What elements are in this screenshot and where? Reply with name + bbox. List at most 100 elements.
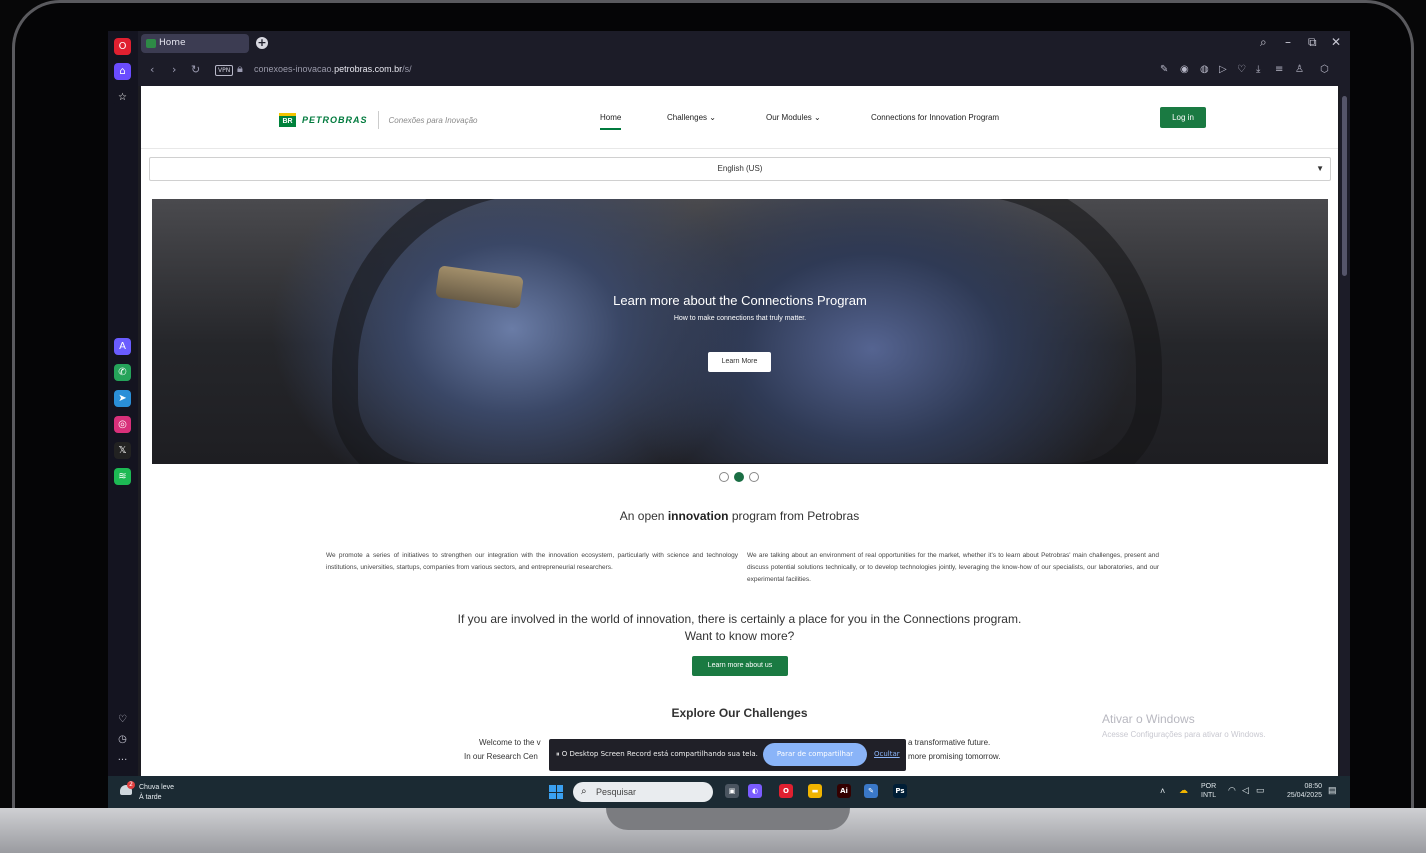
carousel-dot[interactable] <box>749 472 759 482</box>
login-button[interactable]: Log in <box>1160 107 1206 128</box>
language-value: English (US) <box>717 164 763 173</box>
laptop-notch <box>606 808 850 830</box>
minimize-button[interactable]: – <box>1285 35 1291 49</box>
close-window-button[interactable]: ✕ <box>1331 35 1341 49</box>
url-path: /s/ <box>402 64 412 74</box>
start-button[interactable] <box>549 785 563 799</box>
page-scrollbar[interactable] <box>1340 86 1350 776</box>
profile-icon[interactable]: ♙ <box>1295 64 1304 75</box>
copilot-icon[interactable]: ◐ <box>748 784 762 798</box>
learn-more-about-us-button[interactable]: Learn more about us <box>692 656 788 676</box>
carousel-dot[interactable] <box>734 472 744 482</box>
home-icon[interactable]: ⌂ <box>114 63 131 80</box>
photoshop-icon[interactable]: Ps <box>893 784 907 798</box>
lang-top: POR <box>1201 783 1217 790</box>
illustrator-icon[interactable]: Ai <box>837 784 851 798</box>
url-field[interactable]: conexoes-inovacao.petrobras.com.br/s/ <box>254 64 412 74</box>
hide-link[interactable]: Ocultar <box>874 750 900 758</box>
hero-learn-more-button[interactable]: Learn More <box>708 352 771 372</box>
wifi-icon[interactable]: ◠ <box>1228 786 1236 795</box>
nav-challenges[interactable]: Challenges ⌄ <box>667 113 716 122</box>
download-icon[interactable]: ⤓ <box>1256 64 1260 75</box>
weather-subtitle: À tarde <box>139 794 162 801</box>
paint-icon[interactable]: ✎ <box>864 784 878 798</box>
chevron-down-icon: ⌄ <box>814 113 821 122</box>
task-view-icon[interactable]: ▣ <box>725 784 739 798</box>
taskbar-search[interactable]: ⌕ Pesquisar <box>573 782 713 802</box>
shield-icon[interactable]: ◍ <box>1200 64 1209 75</box>
logo-divider <box>377 111 379 129</box>
tab-strip: Home + ⌕ – ⧉ ✕ <box>138 31 1350 55</box>
screen-share-text: O Desktop Screen Record está compartilha… <box>561 750 758 758</box>
weather-title: Chuva leve <box>139 784 175 791</box>
url-prefix: conexoes-inovacao. <box>254 64 335 74</box>
tray-chevron-icon[interactable]: ˄ <box>1160 787 1165 796</box>
new-tab-button[interactable]: + <box>256 37 268 49</box>
bookmark-icon[interactable]: ☆ <box>114 89 131 106</box>
menu-icon[interactable]: ≡ <box>1275 64 1283 75</box>
more-icon[interactable]: ··· <box>114 752 131 769</box>
chevron-down-icon: ⌄ <box>709 113 716 122</box>
nav-program[interactable]: Connections for Innovation Program <box>871 113 999 122</box>
battery-icon[interactable]: ▭ <box>1256 786 1265 795</box>
reload-icon[interactable]: ↻ <box>191 63 200 76</box>
intro-bold: innovation <box>667 509 729 523</box>
weather-widget[interactable]: Chuva leve À tarde <box>139 783 174 803</box>
notifications-icon[interactable]: ▤ <box>1328 786 1337 795</box>
file-explorer-icon[interactable]: ▬ <box>808 784 822 798</box>
x-icon[interactable]: 𝕏 <box>114 442 131 459</box>
tab-home[interactable]: Home <box>141 34 249 53</box>
nav-home[interactable]: Home <box>600 113 622 130</box>
spotify-icon[interactable]: ≋ <box>114 468 131 485</box>
carousel-dot[interactable] <box>719 472 729 482</box>
header-divider <box>141 148 1338 149</box>
clock-time: 08:50 <box>1304 783 1322 790</box>
volume-icon[interactable]: ◁ <box>1242 786 1249 795</box>
laptop-screen: O ⌂ ☆ A ✆ ➤ ◎ 𝕏 ≋ ♡ ◷ ··· Home + ⌕ – ⧉ ✕ ‹ › ↻ VPN … <box>108 31 1350 808</box>
heart-sidebar-icon[interactable]: ♡ <box>114 711 131 728</box>
welcome-text-left-2: In our Research Cen <box>464 752 538 761</box>
site-logo[interactable]: BR PETROBRAS Conexões para Inovação <box>279 111 477 129</box>
tab-title: Home <box>159 38 186 48</box>
opera-taskbar-icon[interactable]: O <box>779 784 793 798</box>
brand-name: PETROBRAS <box>302 115 368 125</box>
weather-tray-icon[interactable]: ☁ <box>1179 786 1188 795</box>
vpn-badge[interactable]: VPN <box>215 65 234 76</box>
lock-icon[interactable]: 🔒︎ <box>237 62 243 76</box>
welcome-text-right-1: a transformative future. <box>908 738 991 747</box>
nav-challenges-label: Challenges <box>667 113 708 122</box>
intro-heading: An open innovation program from Petrobra… <box>141 509 1338 523</box>
screen-share-bar: ⏸ O Desktop Screen Record está compartil… <box>549 739 906 771</box>
search-tabs-icon[interactable]: ⌕ <box>1260 35 1267 50</box>
camera-icon[interactable]: ◉ <box>1180 64 1189 75</box>
aria-icon[interactable]: A <box>114 338 131 355</box>
windows-activation-subtitle: Acesse Configurações para ativar o Windo… <box>1102 730 1266 739</box>
forward-icon[interactable]: › <box>172 63 176 76</box>
cta-line-1: If you are involved in the world of inno… <box>457 612 1022 626</box>
stop-sharing-button[interactable]: Parar de compartilhar <box>763 743 867 766</box>
clock[interactable]: 08:50 25/04/2025 <box>1280 782 1322 800</box>
weather-badge: 2 <box>127 781 135 789</box>
instagram-icon[interactable]: ◎ <box>114 416 131 433</box>
url-domain: petrobras.com.br <box>334 64 403 74</box>
restore-button[interactable]: ⧉ <box>1308 35 1317 50</box>
heart-icon[interactable]: ♡ <box>1237 64 1246 75</box>
welcome-text-right-2: more promising tomorrow. <box>908 752 1001 761</box>
pause-icon: ⏸ <box>556 750 560 758</box>
extensions-icon[interactable]: ⬡ <box>1320 64 1329 75</box>
history-icon[interactable]: ◷ <box>114 731 131 748</box>
language-indicator[interactable]: POR INTL <box>1201 782 1216 800</box>
edit-icon[interactable]: ✎ <box>1160 64 1168 75</box>
scrollbar-thumb[interactable] <box>1342 96 1347 276</box>
nav-modules[interactable]: Our Modules ⌄ <box>766 113 821 122</box>
opera-logo[interactable]: O <box>114 38 131 55</box>
telegram-icon[interactable]: ➤ <box>114 390 131 407</box>
play-icon[interactable]: ▷ <box>1219 64 1227 75</box>
carousel-indicators <box>719 472 759 482</box>
language-select[interactable]: English (US) ▼ <box>149 157 1331 181</box>
intro-suffix: program from Petrobras <box>731 509 860 523</box>
back-icon[interactable]: ‹ <box>150 63 154 76</box>
intro-paragraph-left: We promote a series of initiatives to st… <box>326 552 738 571</box>
whatsapp-icon[interactable]: ✆ <box>114 364 131 381</box>
brand-tagline: Conexões para Inovação <box>388 115 478 125</box>
